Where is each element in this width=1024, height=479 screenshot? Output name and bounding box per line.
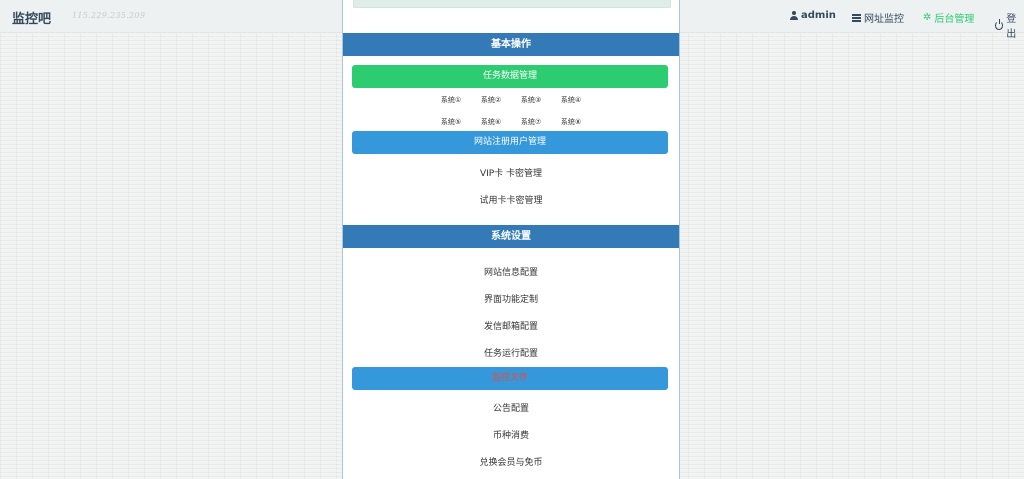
gear-icon: ✲ (923, 11, 932, 23)
alert-box (353, 0, 671, 8)
system-link-1[interactable]: 系统① (431, 95, 471, 105)
nav-backend[interactable]: ✲ 后台管理 (923, 10, 974, 25)
section-settings-title: 系统设置 (343, 225, 679, 248)
task-run-config-link[interactable]: 任务运行配置 (343, 346, 679, 359)
ui-customize-link[interactable]: 界面功能定制 (343, 292, 679, 305)
user-management-button[interactable]: 网站注册用户管理 (352, 131, 668, 154)
server-ip: 115.229.235.209 (72, 11, 146, 20)
system-link-3[interactable]: 系统③ (511, 95, 551, 105)
system-link-5[interactable]: 系统⑤ (431, 117, 471, 127)
currency-link[interactable]: 币种消费 (343, 428, 679, 441)
list-icon (852, 13, 861, 22)
system-link-7[interactable]: 系统⑦ (511, 117, 551, 127)
power-icon (995, 18, 1004, 30)
nav-url-monitor[interactable]: 网址监控 (852, 10, 904, 25)
system-link-4[interactable]: 系统④ (551, 95, 591, 105)
task-data-button[interactable]: 任务数据管理 (352, 65, 668, 88)
monitor-file-button[interactable]: 监控文件 (352, 367, 668, 390)
mail-config-link[interactable]: 发信邮箱配置 (343, 319, 679, 332)
nav-logout-label: 登出 (1006, 14, 1017, 40)
nav-admin-label: admin (801, 10, 836, 21)
vip-card-link[interactable]: VIP卡 卡密管理 (343, 166, 679, 179)
brand-logo[interactable]: 监控吧 (12, 8, 51, 27)
notice-config-link[interactable]: 公告配置 (343, 401, 679, 414)
site-info-link[interactable]: 网站信息配置 (343, 265, 679, 278)
nav-admin[interactable]: admin (790, 10, 836, 21)
system-link-2[interactable]: 系统② (471, 95, 511, 105)
nav-url-monitor-label: 网址监控 (864, 14, 904, 25)
exchange-link[interactable]: 兑换会员与免币 (343, 455, 679, 468)
admin-panel: 基本操作 任务数据管理 系统① 系统② 系统③ 系统④ 系统⑤ 系统⑥ 系统⑦ … (342, 0, 680, 479)
system-links-row-2: 系统⑤ 系统⑥ 系统⑦ 系统⑧ (343, 117, 679, 127)
system-link-8[interactable]: 系统⑧ (551, 117, 591, 127)
nav-logout[interactable]: 登出 (995, 10, 1024, 40)
user-icon (790, 11, 798, 20)
system-links-row-1: 系统① 系统② 系统③ 系统④ (343, 95, 679, 105)
trial-card-link[interactable]: 试用卡卡密管理 (343, 193, 679, 206)
section-basic-title: 基本操作 (343, 33, 679, 56)
system-link-6[interactable]: 系统⑥ (471, 117, 511, 127)
nav-backend-label: 后台管理 (934, 14, 975, 25)
